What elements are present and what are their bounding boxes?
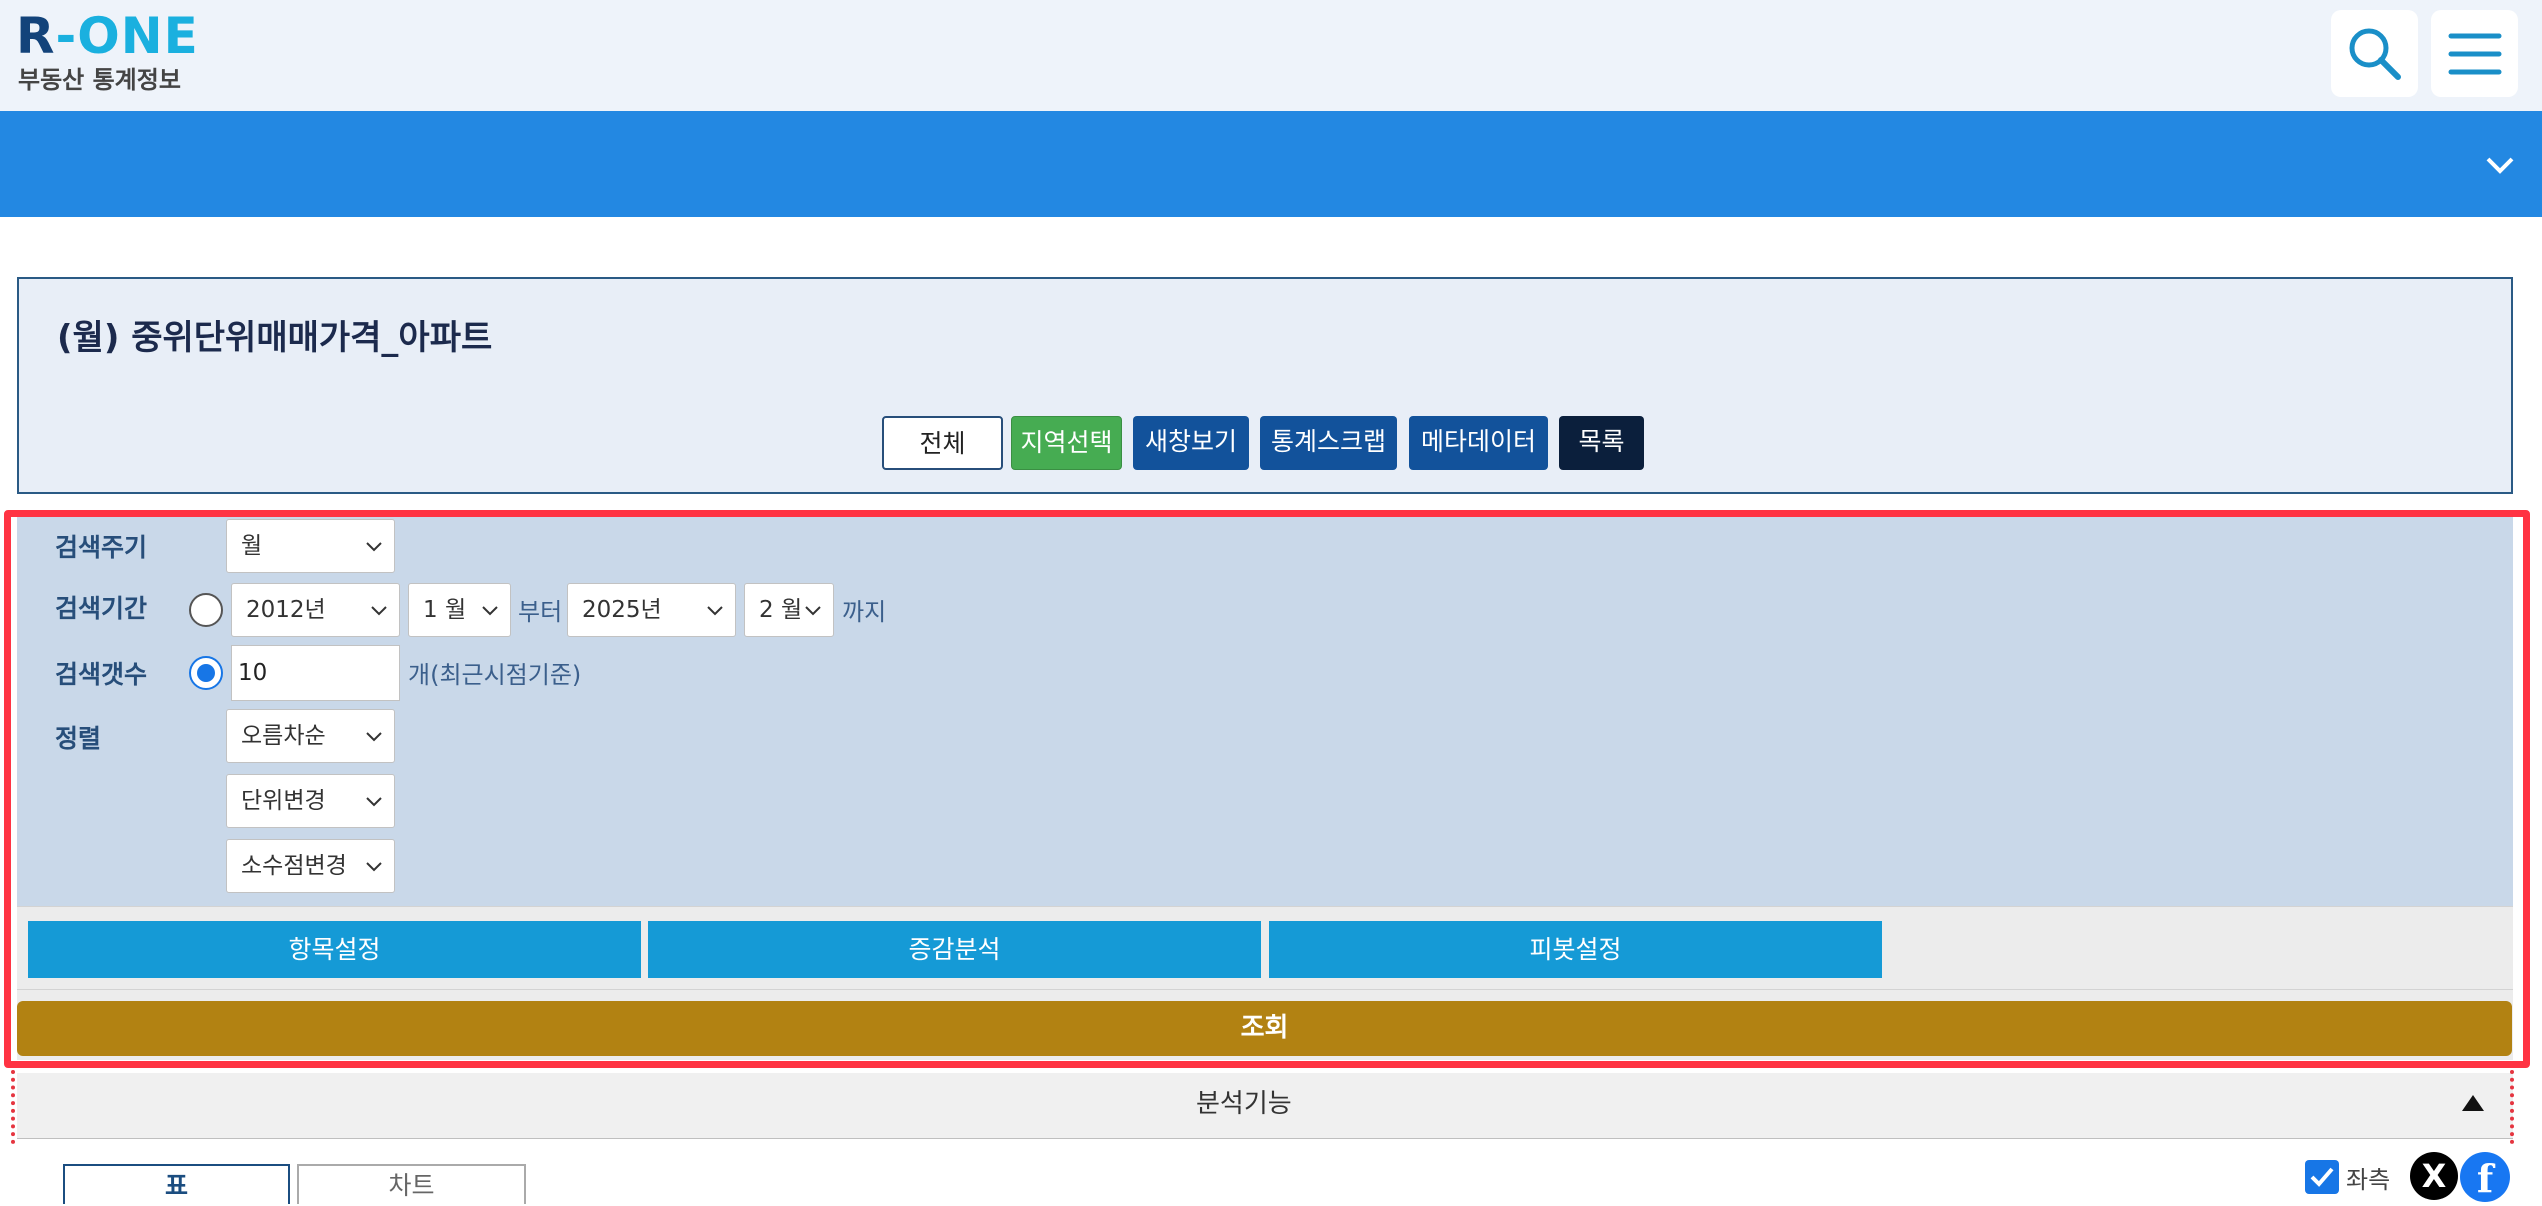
dotted-border-left	[11, 1070, 15, 1144]
period-from-text: 부터	[518, 598, 563, 626]
period-to-text: 까지	[842, 598, 887, 626]
period-end-year-select[interactable]: 2025년	[567, 583, 736, 637]
chevron-down-icon	[366, 862, 382, 872]
nav-expand-button[interactable]	[2480, 148, 2520, 182]
sort-select[interactable]: 오름차순	[226, 709, 395, 763]
left-fix-label: 좌측	[2346, 1166, 2391, 1194]
sort-value: 오름차순	[241, 723, 326, 749]
search-count-label: 검색갯수	[55, 660, 148, 689]
search-cycle-select[interactable]: 월	[226, 519, 395, 573]
change-analysis-button[interactable]: 증감분석	[648, 921, 1261, 978]
left-fix-checkbox[interactable]	[2305, 1160, 2339, 1194]
unit-select[interactable]: 단위변경	[226, 774, 395, 828]
query-button[interactable]: 조회	[17, 1001, 2512, 1056]
tab-table[interactable]: 표	[63, 1164, 290, 1204]
checkmark-icon	[2310, 1167, 2334, 1187]
site-logo-subtitle: 부동산 통계정보	[18, 66, 181, 94]
facebook-icon: f	[2476, 1156, 2494, 1201]
chevron-down-icon	[366, 542, 382, 552]
search-icon	[2349, 28, 2401, 80]
period-start-year-value: 2012년	[246, 597, 326, 623]
facebook-share-button[interactable]: f	[2460, 1152, 2510, 1202]
chevron-down-icon	[371, 606, 387, 616]
period-radio[interactable]	[189, 593, 223, 627]
search-cycle-value: 월	[241, 533, 263, 559]
period-start-month-value: 1 월	[423, 597, 467, 623]
dotted-border-right	[2510, 1070, 2514, 1144]
tab-chart[interactable]: 차트	[297, 1164, 526, 1204]
period-end-year-value: 2025년	[582, 597, 662, 623]
chevron-down-icon	[366, 732, 382, 742]
count-radio[interactable]	[189, 656, 223, 690]
search-count-input[interactable]: 10	[231, 645, 400, 701]
item-settings-button[interactable]: 항목설정	[28, 921, 641, 978]
pivot-settings-button[interactable]: 피봇설정	[1269, 921, 1882, 978]
chevron-down-icon	[2486, 157, 2514, 174]
chevron-down-icon	[482, 606, 498, 616]
search-cycle-label: 검색주기	[55, 533, 148, 562]
decimal-value: 소수점변경	[241, 853, 347, 879]
period-start-year-select[interactable]: 2012년	[231, 583, 400, 637]
sort-label: 정렬	[55, 724, 102, 753]
nav-bar	[0, 111, 2542, 217]
metadata-button[interactable]: 메타데이터	[1409, 416, 1548, 470]
hamburger-icon	[2448, 33, 2502, 75]
search-count-suffix: 개(최근시점기준)	[408, 661, 582, 689]
list-button[interactable]: 목록	[1559, 416, 1644, 470]
menu-button[interactable]	[2431, 10, 2518, 97]
triangle-up-icon	[2462, 1095, 2484, 1111]
analysis-label: 분석기능	[1196, 1089, 1292, 1119]
search-period-label: 검색기간	[55, 594, 148, 623]
x-icon: X	[2421, 1157, 2447, 1195]
view-all-button[interactable]: 전체	[882, 416, 1003, 470]
unit-value: 단위변경	[241, 788, 326, 814]
region-select-button[interactable]: 지역선택	[1011, 416, 1122, 470]
site-header	[0, 0, 2542, 111]
chevron-down-icon	[366, 797, 382, 807]
new-window-button[interactable]: 새창보기	[1133, 416, 1249, 470]
stat-scrap-button[interactable]: 통계스크랩	[1260, 416, 1397, 470]
page-title: (월) 중위단위매매가격_아파트	[57, 318, 493, 358]
analysis-collapse-button[interactable]	[2460, 1093, 2486, 1113]
decimal-select[interactable]: 소수점변경	[226, 839, 395, 893]
chevron-down-icon	[805, 606, 821, 616]
site-logo[interactable]: R-ONE	[16, 6, 199, 66]
x-share-button[interactable]: X	[2410, 1152, 2458, 1200]
chevron-down-icon	[707, 606, 723, 616]
period-start-month-select[interactable]: 1 월	[408, 583, 511, 637]
search-button[interactable]	[2331, 10, 2418, 97]
period-end-month-value: 2 월	[759, 597, 803, 623]
period-end-month-select[interactable]: 2 월	[744, 583, 834, 637]
